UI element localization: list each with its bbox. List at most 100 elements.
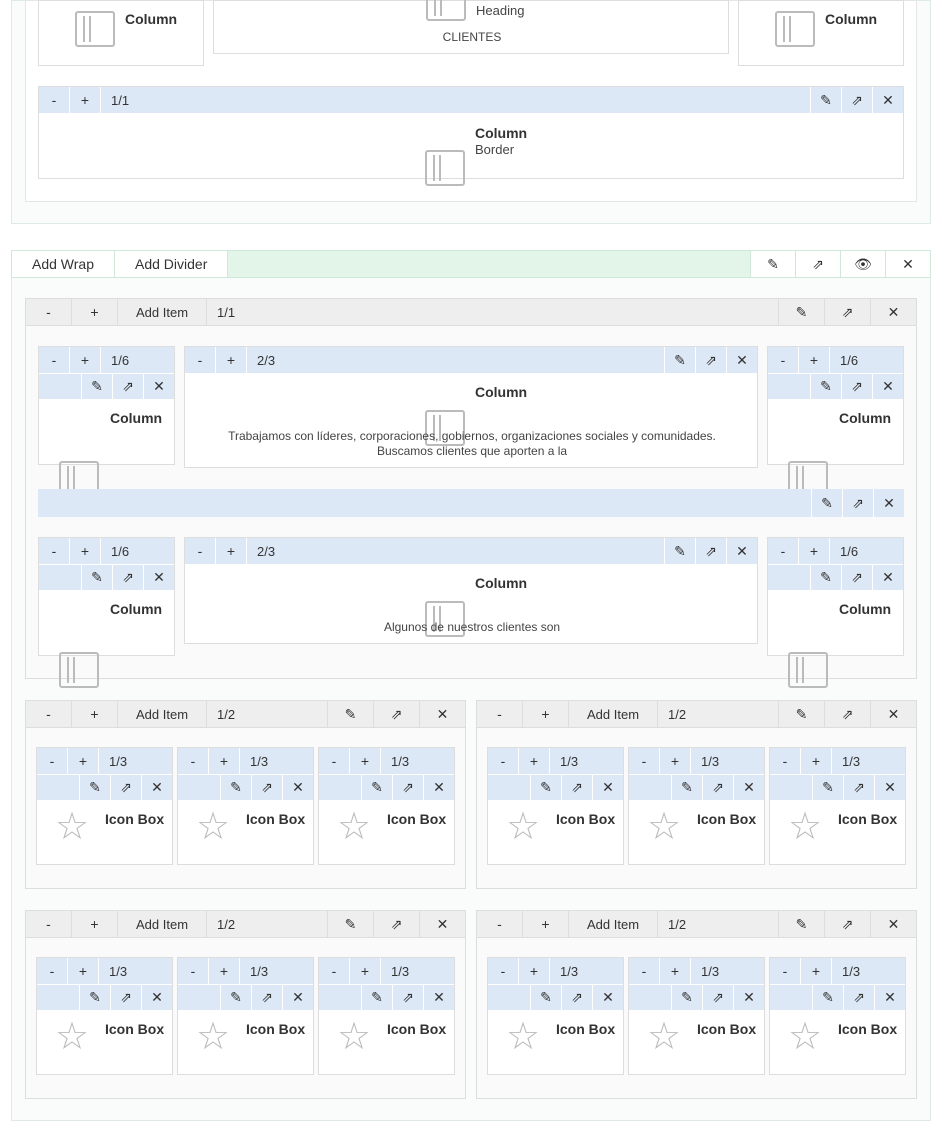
share-icon[interactable]: ⇗	[843, 985, 874, 1010]
close-icon[interactable]: ✕	[873, 489, 904, 517]
grow-button[interactable]: +	[519, 958, 550, 984]
close-icon[interactable]: ✕	[282, 985, 313, 1010]
shrink-button[interactable]: -	[178, 748, 209, 774]
shrink-button[interactable]: -	[629, 748, 660, 774]
close-icon[interactable]: ✕	[874, 775, 905, 800]
close-icon[interactable]: ✕	[874, 985, 905, 1010]
share-icon[interactable]: ⇗	[112, 565, 143, 590]
add-item-button[interactable]: Add Item	[118, 299, 208, 325]
grow-button[interactable]: +	[660, 958, 691, 984]
shrink-button[interactable]: -	[178, 958, 209, 984]
close-icon[interactable]: ✕	[141, 985, 172, 1010]
pencil-icon[interactable]: ✎	[812, 985, 843, 1010]
pencil-icon[interactable]: ✎	[810, 87, 841, 113]
grow-button[interactable]: +	[72, 299, 118, 325]
grow-button[interactable]: +	[660, 748, 691, 774]
grow-button[interactable]: +	[72, 701, 118, 727]
share-icon[interactable]: ⇗	[695, 347, 726, 373]
grow-button[interactable]: +	[70, 87, 101, 113]
shrink-button[interactable]: -	[319, 748, 350, 774]
grow-button[interactable]: +	[209, 748, 240, 774]
grow-button[interactable]: +	[216, 347, 247, 373]
grow-button[interactable]: +	[216, 538, 247, 564]
shrink-button[interactable]: -	[488, 958, 519, 984]
share-icon[interactable]: ⇗	[373, 911, 419, 937]
add-item-button[interactable]: Add Item	[569, 911, 659, 937]
close-icon[interactable]: ✕	[282, 775, 313, 800]
grow-button[interactable]: +	[801, 748, 832, 774]
pencil-icon[interactable]: ✎	[750, 251, 795, 277]
share-icon[interactable]: ⇗	[110, 775, 141, 800]
add-item-button[interactable]: Add Item	[118, 701, 208, 727]
grow-button[interactable]: +	[523, 701, 569, 727]
grow-button[interactable]: +	[801, 958, 832, 984]
shrink-button[interactable]: -	[39, 347, 70, 373]
shrink-button[interactable]: -	[185, 347, 216, 373]
close-icon[interactable]: ✕	[726, 538, 757, 564]
grow-button[interactable]: +	[799, 538, 830, 564]
close-icon[interactable]: ✕	[733, 985, 764, 1010]
grow-button[interactable]: +	[72, 911, 118, 937]
pencil-icon[interactable]: ✎	[812, 775, 843, 800]
shrink-button[interactable]: -	[26, 911, 72, 937]
pencil-icon[interactable]: ✎	[79, 985, 110, 1010]
share-icon[interactable]: ⇗	[824, 701, 870, 727]
pencil-icon[interactable]: ✎	[361, 775, 392, 800]
share-icon[interactable]: ⇗	[373, 701, 419, 727]
close-icon[interactable]: ✕	[733, 775, 764, 800]
shrink-button[interactable]: -	[37, 958, 68, 984]
pencil-icon[interactable]: ✎	[81, 374, 112, 399]
pencil-icon[interactable]: ✎	[220, 775, 251, 800]
close-icon[interactable]: ✕	[885, 251, 930, 277]
share-icon[interactable]: ⇗	[702, 985, 733, 1010]
pencil-icon[interactable]: ✎	[327, 911, 373, 937]
share-icon[interactable]: ⇗	[251, 985, 282, 1010]
share-icon[interactable]: ⇗	[392, 985, 423, 1010]
pencil-icon[interactable]: ✎	[664, 538, 695, 564]
pencil-icon[interactable]: ✎	[361, 985, 392, 1010]
pencil-icon[interactable]: ✎	[220, 985, 251, 1010]
grow-button[interactable]: +	[70, 347, 101, 373]
close-icon[interactable]: ✕	[870, 299, 916, 325]
pencil-icon[interactable]: ✎	[671, 775, 702, 800]
pencil-icon[interactable]: ✎	[811, 489, 842, 517]
close-icon[interactable]: ✕	[870, 701, 916, 727]
share-icon[interactable]: ⇗	[795, 251, 840, 277]
shrink-button[interactable]: -	[39, 538, 70, 564]
add-divider-button[interactable]: Add Divider	[115, 251, 229, 277]
share-icon[interactable]: ⇗	[561, 985, 592, 1010]
grow-button[interactable]: +	[68, 958, 99, 984]
shrink-button[interactable]: -	[768, 347, 799, 373]
share-icon[interactable]: ⇗	[841, 565, 872, 590]
share-icon[interactable]: ⇗	[110, 985, 141, 1010]
share-icon[interactable]: ⇗	[841, 87, 872, 113]
shrink-button[interactable]: -	[768, 538, 799, 564]
close-icon[interactable]: ✕	[872, 87, 903, 113]
share-icon[interactable]: ⇗	[702, 775, 733, 800]
shrink-button[interactable]: -	[185, 538, 216, 564]
grow-button[interactable]: +	[350, 958, 381, 984]
pencil-icon[interactable]: ✎	[810, 565, 841, 590]
share-icon[interactable]: ⇗	[843, 775, 874, 800]
pencil-icon[interactable]: ✎	[81, 565, 112, 590]
pencil-icon[interactable]: ✎	[671, 985, 702, 1010]
share-icon[interactable]: ⇗	[824, 299, 870, 325]
close-icon[interactable]: ✕	[592, 985, 623, 1010]
close-icon[interactable]: ✕	[872, 374, 903, 399]
shrink-button[interactable]: -	[26, 701, 72, 727]
grow-button[interactable]: +	[523, 911, 569, 937]
shrink-button[interactable]: -	[770, 748, 801, 774]
shrink-button[interactable]: -	[488, 748, 519, 774]
grow-button[interactable]: +	[350, 748, 381, 774]
grow-button[interactable]: +	[68, 748, 99, 774]
close-icon[interactable]: ✕	[143, 565, 174, 590]
share-icon[interactable]: ⇗	[842, 489, 873, 517]
pencil-icon[interactable]: ✎	[778, 701, 824, 727]
close-icon[interactable]: ✕	[872, 565, 903, 590]
close-icon[interactable]: ✕	[592, 775, 623, 800]
shrink-button[interactable]: -	[477, 911, 523, 937]
share-icon[interactable]: ⇗	[112, 374, 143, 399]
shrink-button[interactable]: -	[26, 299, 72, 325]
shrink-button[interactable]: -	[770, 958, 801, 984]
grow-button[interactable]: +	[799, 347, 830, 373]
